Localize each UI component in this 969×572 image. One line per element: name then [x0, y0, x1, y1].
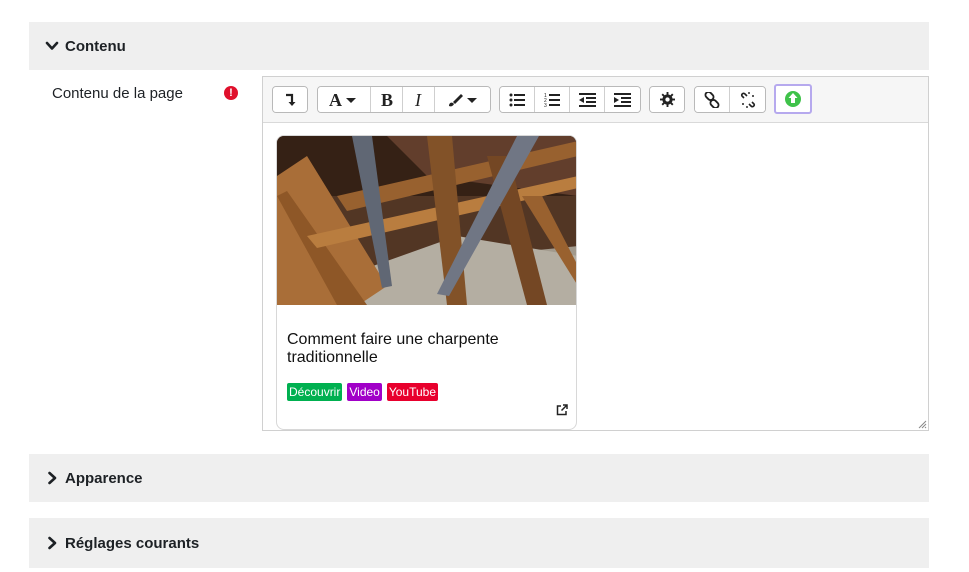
svg-text:A: A [329, 92, 342, 108]
indent-button[interactable] [605, 87, 640, 112]
ordered-list-button[interactable]: 1 2 3 [535, 87, 570, 112]
toolbar-group-links [694, 86, 766, 113]
editor-toolbar: A B I 1 2 3 [263, 77, 928, 123]
section-apparence-header[interactable]: Apparence [29, 454, 929, 502]
ordered-list-icon: 1 2 3 [544, 93, 560, 108]
section-title: Contenu [65, 37, 126, 55]
chevron-right-icon [48, 471, 57, 485]
toolbar-group-lists: 1 2 3 [499, 86, 641, 113]
outdent-icon [578, 92, 596, 107]
settings-button[interactable] [650, 87, 684, 112]
italic-button[interactable]: I [403, 87, 435, 112]
font-button[interactable]: A [318, 87, 371, 112]
svg-text:3: 3 [544, 103, 547, 108]
section-reglages-header[interactable]: Réglages courants [29, 518, 929, 568]
brush-icon [448, 93, 477, 106]
svg-text:B: B [381, 92, 393, 108]
embedded-video-card[interactable]: Comment faire une charpente traditionnel… [276, 135, 577, 430]
toolbar-group-toggle [272, 86, 308, 113]
plugin-icon [785, 91, 801, 107]
gear-icon [659, 92, 675, 107]
tag-decouvrir: Découvrir [287, 383, 343, 401]
chevron-right-icon [48, 536, 57, 550]
field-label: Contenu de la page [52, 85, 183, 102]
brush-button[interactable] [435, 87, 490, 112]
plugin-button[interactable] [774, 84, 812, 114]
section-contenu-header[interactable]: Contenu [29, 22, 929, 70]
resize-handle-icon[interactable] [918, 420, 927, 429]
section-title: Réglages courants [65, 534, 200, 552]
toolbar-group-settings [649, 86, 685, 113]
svg-text:I: I [414, 92, 422, 108]
unlink-button[interactable] [730, 87, 765, 112]
video-thumbnail[interactable] [277, 136, 577, 305]
tag-youtube: YouTube [386, 383, 438, 401]
outdent-button[interactable] [570, 87, 605, 112]
bold-button[interactable]: B [371, 87, 403, 112]
unordered-list-button[interactable] [500, 87, 535, 112]
video-title[interactable]: Comment faire une charpente traditionnel… [287, 331, 547, 367]
link-icon [704, 91, 720, 108]
external-link-icon[interactable] [556, 404, 568, 416]
toolbar-toggle-button[interactable] [273, 87, 307, 112]
unlink-icon [740, 91, 755, 108]
exclamation-circle-icon: ! [224, 86, 238, 100]
tag-video: Video [347, 383, 382, 401]
toolbar-group-style: A B I [317, 86, 491, 113]
indent-icon [614, 92, 631, 107]
link-button[interactable] [695, 87, 730, 112]
italic-icon: I [414, 92, 422, 108]
toolbar-toggle-icon [286, 93, 296, 106]
chevron-down-icon [45, 41, 59, 50]
tag-list: Découvrir Video YouTube [287, 383, 438, 401]
rich-text-editor: A B I 1 2 3 Comment faire une charpente … [262, 76, 929, 431]
font-icon: A [329, 92, 356, 108]
section-title: Apparence [65, 469, 143, 487]
bold-icon: B [381, 92, 393, 108]
unordered-list-icon [509, 93, 525, 106]
